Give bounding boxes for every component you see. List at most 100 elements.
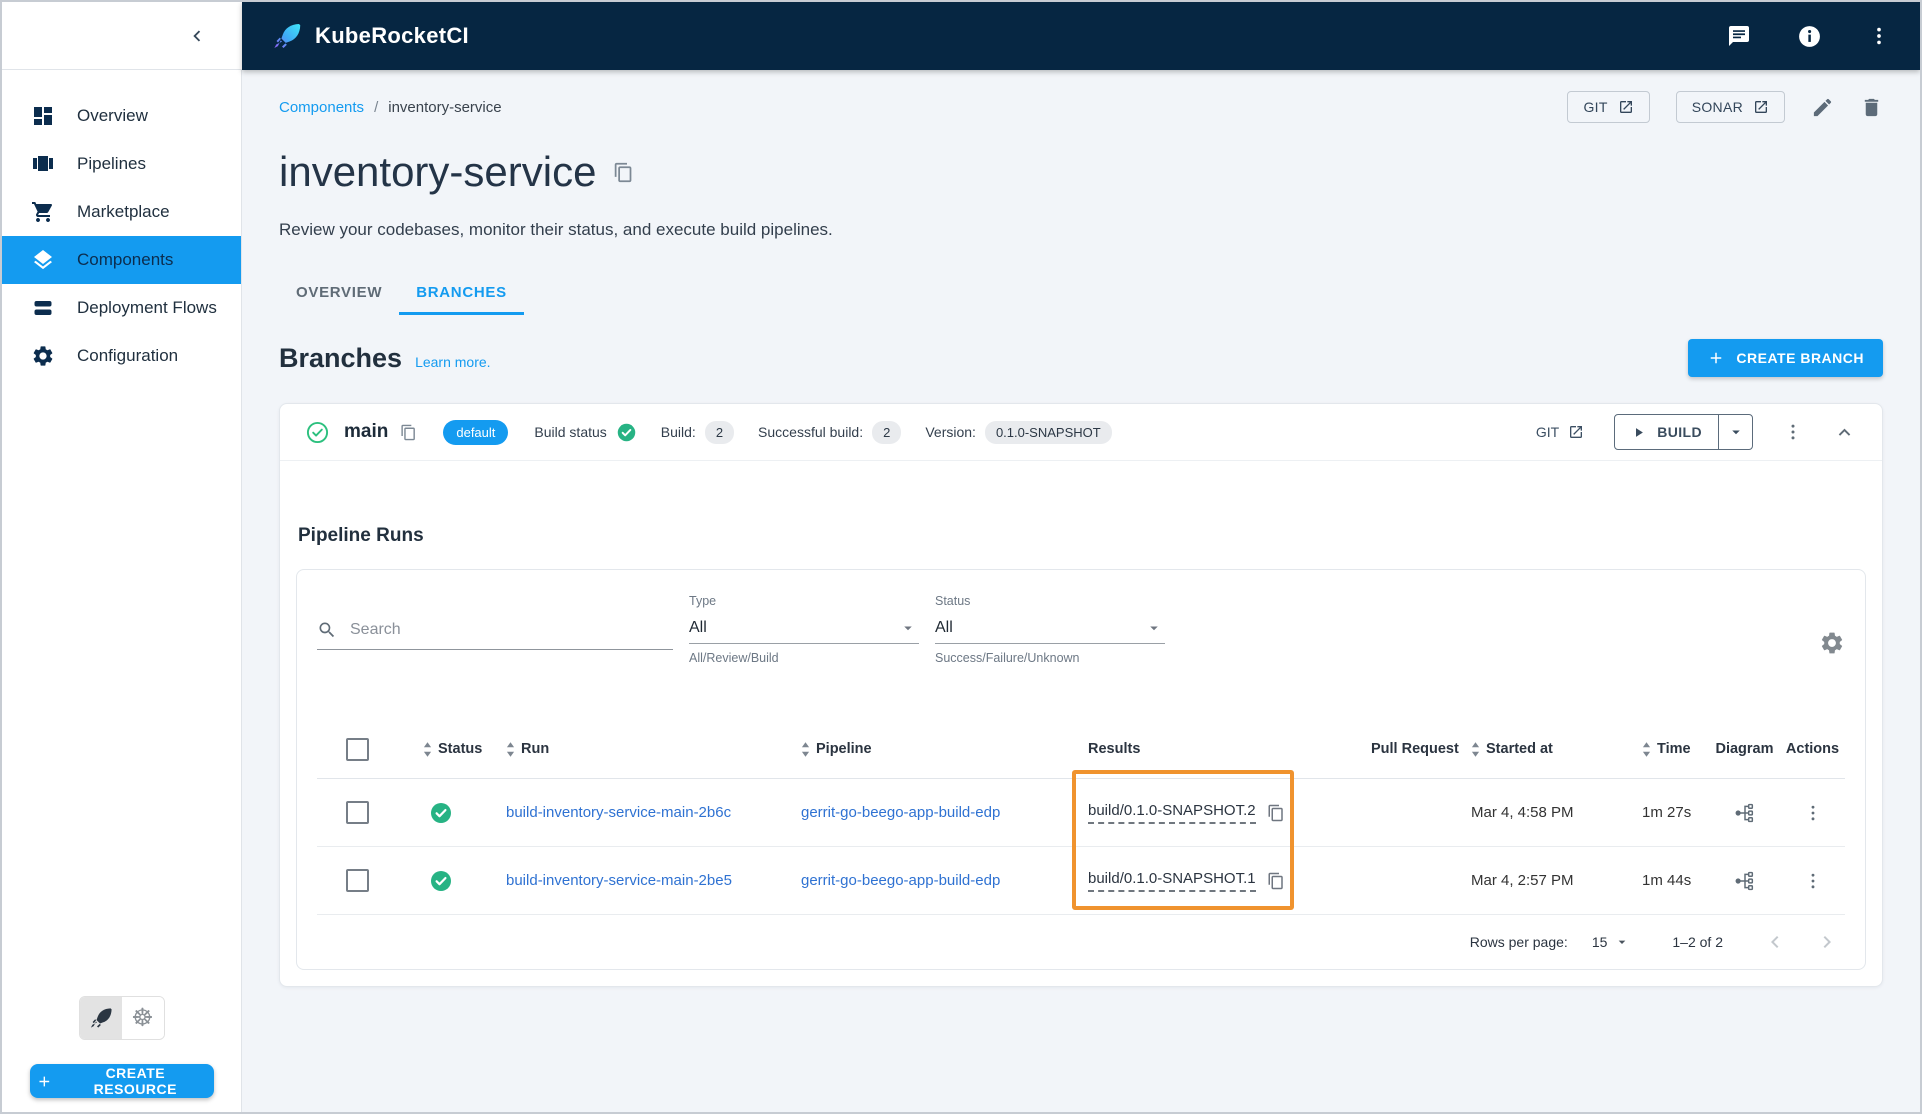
git-button[interactable]: GIT — [1567, 91, 1650, 123]
diagram-button[interactable] — [1734, 802, 1756, 824]
run-link[interactable]: build-inventory-service-main-2be5 — [506, 872, 732, 889]
column-header-diagram: Diagram — [1715, 741, 1774, 757]
breadcrumb-current: inventory-service — [388, 98, 502, 116]
search-input[interactable] — [348, 620, 673, 640]
column-header-started-at[interactable]: Started at — [1471, 741, 1642, 757]
copy-title-button[interactable] — [613, 162, 634, 183]
sonar-button[interactable]: SONAR — [1675, 91, 1785, 123]
sidebar-item-overview[interactable]: Overview — [2, 92, 241, 140]
kubernetes-wheel-icon: ☸ — [131, 1003, 154, 1032]
next-page-button[interactable] — [1815, 930, 1839, 954]
column-header-time[interactable]: Time — [1642, 741, 1717, 757]
table-row: build-inventory-service-main-2be5 gerrit… — [317, 847, 1845, 915]
collapse-branch-button[interactable] — [1833, 421, 1856, 444]
column-header-status[interactable]: Status — [387, 741, 506, 757]
create-resource-button[interactable]: CREATE RESOURCE — [29, 1064, 214, 1098]
branch-card: main default Build status Build: 2 Succe… — [279, 403, 1883, 987]
version-label: Version: — [925, 424, 976, 440]
previous-page-button[interactable] — [1763, 930, 1787, 954]
chevron-left-icon — [193, 30, 201, 41]
kuberocketci-view-toggle[interactable] — [79, 997, 122, 1039]
pipeline-runs-table: Status Run Pipeline Results Pull Request… — [317, 720, 1845, 915]
sidebar-item-deployment-flows[interactable]: Deployment Flows — [2, 284, 241, 332]
row-actions-button[interactable] — [1803, 871, 1823, 891]
feedback-button[interactable] — [1727, 24, 1751, 48]
result-value[interactable]: build/0.1.0-SNAPSHOT.1 — [1088, 870, 1256, 892]
cart-icon — [32, 202, 52, 222]
default-badge: default — [443, 419, 509, 445]
caret-down-icon — [1619, 940, 1626, 944]
copy-result-button[interactable] — [1267, 872, 1285, 890]
rocket-logo-icon — [274, 24, 301, 48]
row-actions-button[interactable] — [1803, 803, 1823, 823]
sidebar-item-components[interactable]: Components — [2, 236, 241, 284]
edit-button[interactable] — [1811, 96, 1834, 119]
row-checkbox[interactable] — [346, 801, 369, 824]
sidebar-header — [2, 2, 242, 70]
started-at-cell: Mar 4, 2:57 PM — [1471, 872, 1574, 889]
tab-overview[interactable]: OVERVIEW — [279, 270, 399, 315]
sidebar-item-marketplace[interactable]: Marketplace — [2, 188, 241, 236]
sidebar-collapse-button[interactable] — [186, 25, 208, 47]
copy-icon — [401, 424, 416, 440]
rows-per-page-label: Rows per page: — [1469, 934, 1568, 950]
filters-row: Type All All/Review/Build Status — [317, 594, 1845, 665]
successful-build-label: Successful build: — [758, 424, 864, 440]
header-menu-button[interactable] — [1868, 25, 1890, 47]
branch-menu-button[interactable] — [1783, 422, 1803, 442]
create-branch-button[interactable]: CREATE BRANCH — [1688, 339, 1883, 377]
external-link-icon — [1570, 426, 1583, 438]
pipeline-link[interactable]: gerrit-go-beego-app-build-edp — [801, 872, 1000, 889]
status-filter-select[interactable]: All — [935, 612, 1165, 644]
sort-icon — [1471, 741, 1480, 757]
column-header-pipeline[interactable]: Pipeline — [801, 741, 1088, 757]
page-title: inventory-service — [279, 148, 1883, 196]
table-header-row: Status Run Pipeline Results Pull Request… — [317, 720, 1845, 779]
top-bar: KubeRocketCI — [2, 2, 1920, 70]
learn-more-link[interactable]: Learn more. — [415, 354, 490, 370]
column-header-run[interactable]: Run — [506, 741, 801, 757]
tab-branches[interactable]: BRANCHES — [399, 270, 524, 315]
version-value: 0.1.0-SNAPSHOT — [984, 420, 1112, 444]
table-settings-button[interactable] — [1819, 620, 1845, 665]
diagram-button[interactable] — [1734, 870, 1756, 892]
copy-icon — [1268, 804, 1283, 821]
result-value[interactable]: build/0.1.0-SNAPSHOT.2 — [1088, 802, 1256, 824]
kubernetes-view-toggle[interactable]: ☸ — [121, 997, 164, 1039]
rows-per-page-select[interactable]: 15 — [1592, 934, 1631, 950]
sidebar-item-pipelines[interactable]: Pipelines — [2, 140, 241, 188]
build-options-button[interactable] — [1718, 415, 1752, 449]
time-cell: 1m 27s — [1642, 804, 1692, 821]
row-checkbox[interactable] — [346, 869, 369, 892]
header-actions — [1727, 24, 1890, 49]
branch-header-row: main default Build status Build: 2 Succe… — [280, 404, 1882, 461]
type-filter-label: Type — [689, 594, 717, 608]
plus-icon — [38, 1076, 49, 1086]
pipeline-link[interactable]: gerrit-go-beego-app-build-edp — [801, 804, 1000, 821]
pagination-range: 1–2 of 2 — [1672, 934, 1723, 950]
branches-heading: Branches — [279, 342, 403, 373]
breadcrumb: Components / inventory-service — [279, 98, 502, 116]
table-row: build-inventory-service-main-2b6c gerrit… — [317, 779, 1845, 847]
external-link-icon — [1619, 101, 1632, 113]
sidebar-item-configuration[interactable]: Configuration — [2, 332, 241, 380]
caret-down-icon — [1731, 430, 1740, 435]
chevron-right-icon — [1823, 936, 1831, 948]
copy-result-button[interactable] — [1267, 804, 1285, 822]
type-filter-select[interactable]: All — [689, 612, 919, 644]
sort-icon — [1642, 741, 1651, 757]
plus-icon — [1711, 352, 1722, 364]
sidebar-footer: ☸ CREATE RESOURCE — [2, 996, 241, 1112]
breadcrumb-components-link[interactable]: Components — [279, 99, 364, 116]
brand[interactable]: KubeRocketCI — [272, 21, 469, 51]
info-button[interactable] — [1797, 24, 1822, 49]
tabs: OVERVIEW BRANCHES — [279, 270, 1883, 315]
select-all-checkbox[interactable] — [346, 737, 369, 761]
build-button[interactable]: BUILD — [1615, 415, 1718, 449]
delete-button[interactable] — [1860, 96, 1883, 119]
build-count: 2 — [704, 420, 735, 444]
branch-git-link[interactable]: GIT — [1536, 424, 1584, 440]
copy-branch-name-button[interactable] — [400, 424, 417, 441]
run-link[interactable]: build-inventory-service-main-2b6c — [506, 804, 731, 821]
search-field — [317, 620, 673, 650]
